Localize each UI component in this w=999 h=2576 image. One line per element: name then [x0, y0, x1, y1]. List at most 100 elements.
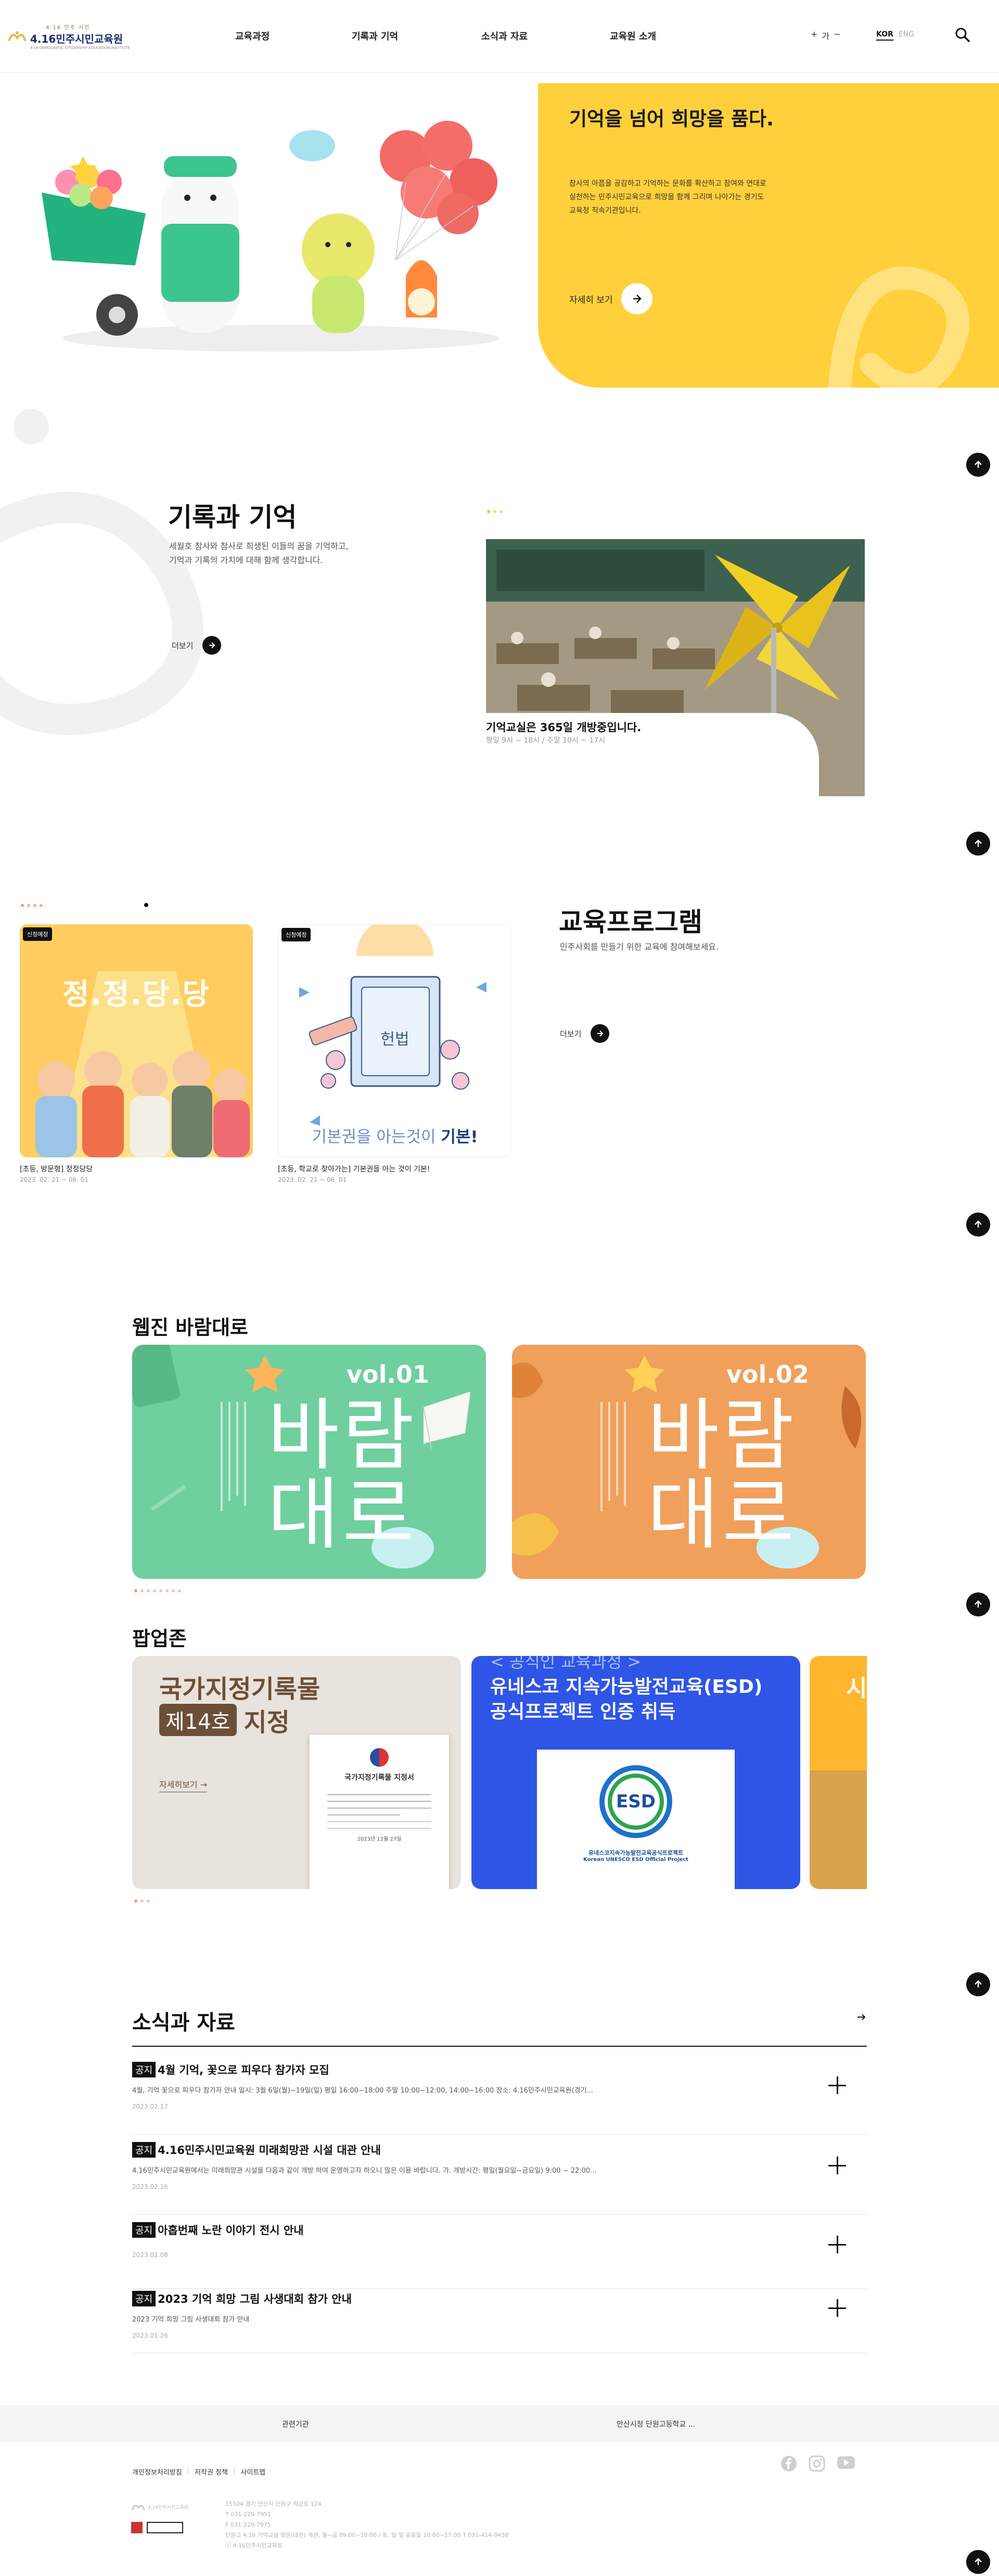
news-item-desc: 4월, 기억 꽃으로 피우다 참가자 안내 일시: 3월 6일(월)~19일(일…: [132, 2087, 593, 2095]
arrow-up-icon: [975, 839, 982, 847]
plus-icon[interactable]: [828, 2299, 846, 2317]
related-schools-select[interactable]: 안산시청 단원고등학교 ...: [617, 2419, 695, 2429]
site-logo[interactable]: 4·16 민주 시민 4.16민주시민교육원 4.16 DEMOCRATIC C…: [7, 23, 130, 50]
popup-card[interactable]: 시: [810, 1656, 867, 1889]
footer-logo: 4.16민주시민교육원: [131, 2501, 188, 2513]
popup-title: 팝업존: [132, 1627, 187, 1650]
footer-link-sitemap[interactable]: 사이트맵: [240, 2467, 265, 2477]
arrow-up-icon: [975, 1600, 982, 1608]
font-increase-button[interactable]: +: [811, 29, 817, 42]
webzine-vol: vol.01: [347, 1360, 429, 1388]
popup-card-line1: 국가지정기록물: [159, 1675, 321, 1704]
news-item[interactable]: 공지 아홉번째 노란 이야기 전시 안내 2023.02.08: [132, 2222, 867, 2289]
related-sites-select[interactable]: 관련기관: [282, 2419, 309, 2429]
footer-address: 15504 경기 안산시 단원구 적금로 124: [225, 2501, 322, 2507]
news-item[interactable]: 공지 4월 기억, 꽃으로 피우다 참가자 모집 4월, 기억 꽃으로 피우다 참…: [132, 2062, 867, 2135]
footer-link-copyright[interactable]: 저작권 정책: [195, 2467, 228, 2477]
program-card-art-book: 헌법: [380, 1030, 409, 1049]
lang-eng[interactable]: ENG: [899, 30, 914, 41]
program-card-art-line: 기본권을 아는것이: [312, 1128, 436, 1146]
taegeuk-icon: [370, 1748, 389, 1767]
plus-icon[interactable]: [828, 2157, 846, 2174]
hero-more-link[interactable]: 자세히 보기: [569, 283, 652, 314]
hero-character-illustration: [31, 88, 510, 359]
footer-related-bar: 관련기관 안산시청 단원고등학교 ...: [0, 2405, 999, 2442]
nav-item-about[interactable]: 교육원 소개: [610, 29, 656, 43]
scroll-up-button[interactable]: [966, 453, 990, 477]
arrow-up-icon: [975, 1220, 982, 1228]
webzine-card[interactable]: vol.01 바람 대로: [132, 1345, 486, 1579]
arrow-up-icon: [975, 2558, 982, 2565]
program-card-date: 2023. 02. 21 ~ 06. 01: [20, 1176, 89, 1183]
esd-cert-en: Korean UNESCO ESD Official Project: [583, 1857, 688, 1863]
arrow-right-icon: [591, 1024, 610, 1043]
webzine-art-line2: 대로: [647, 1470, 798, 1560]
news-tag: 공지: [132, 2222, 156, 2238]
program-more-label: 더보기: [560, 1029, 582, 1039]
nav-item-curriculum[interactable]: 교육과정: [235, 29, 270, 43]
lang-kor[interactable]: KOR: [876, 30, 893, 41]
program-card-date: 2023. 02. 21 ~ 06. 01: [278, 1176, 347, 1183]
memory-desc-line2: 기억과 기록의 가치에 대해 함께 생각합니다.: [169, 555, 323, 565]
webzine-slider-dots: [134, 1589, 181, 1592]
arrow-up-icon: [975, 1980, 982, 1987]
memory-more-label: 더보기: [172, 641, 194, 651]
footer-link-privacy[interactable]: 개인정보처리방침: [132, 2467, 182, 2477]
nav-item-news[interactable]: 소식과 자료: [481, 29, 528, 43]
facebook-icon[interactable]: [780, 2455, 797, 2472]
scroll-up-button[interactable]: [966, 1592, 990, 1616]
certificate-document: 국가지정기록물 지정서 2023년 12월 27일: [309, 1734, 450, 1889]
news-item[interactable]: 공지 4.16민주시민교육원 미래희망관 시설 대관 안내 4.16민주시민교육원…: [132, 2142, 867, 2215]
news-tag: 공지: [132, 2142, 156, 2158]
popup-card-line2: 공식프로젝트 인증 취득: [490, 1701, 676, 1723]
memory-swirl-decoration: [0, 409, 204, 735]
nav-item-records[interactable]: 기록과 기억: [352, 29, 398, 43]
news-item-title: 4월 기억, 꽃으로 피우다 참가자 모집: [158, 2064, 329, 2076]
memory-caption-title: 기억교실은 365일 개방중입니다.: [486, 721, 642, 734]
footer-logos: 4.16민주시민교육원: [131, 2501, 188, 2533]
webzine-title: 웹진 바람대로: [132, 1316, 248, 1339]
search-icon[interactable]: [955, 27, 970, 43]
esd-cert-ko: 유네스코지속가능발전교육공식프로젝트: [588, 1850, 684, 1856]
scroll-up-button[interactable]: [966, 2550, 990, 2574]
news-item-date: 2023.02.16: [132, 2183, 168, 2190]
youtube-icon[interactable]: [837, 2455, 855, 2470]
webzine-card[interactable]: vol.02 바람 대로: [512, 1345, 866, 1579]
footer-copyright: ⓒ 4.16민주시민교육원: [225, 2542, 283, 2549]
logo-mark-icon: [7, 29, 27, 44]
news-title: 소식과 자료: [132, 2011, 235, 2035]
popup-card[interactable]: < 공식인 교육과정 > 유네스코 지속가능발전교육(ESD) 공식프로젝트 인…: [471, 1656, 800, 1889]
memory-caption: 기억교실은 365일 개방중입니다. 평일 9시 ~ 18시 / 주말 10시 …: [486, 713, 819, 796]
scroll-up-button[interactable]: [966, 1972, 990, 1996]
program-card-title[interactable]: [초등, 방문형] 정정당당: [20, 1164, 93, 1174]
scroll-up-button[interactable]: [966, 1213, 990, 1236]
program-title: 교육프로그램: [559, 907, 702, 937]
news-item[interactable]: 공지 2023 기억 희망 그림 사생대회 참가 안내 2023 기억 희망 그림…: [132, 2291, 867, 2353]
instagram-icon[interactable]: [809, 2455, 825, 2472]
program-description: 민주사회를 만들기 위한 교육에 참여해보세요.: [560, 942, 719, 952]
webzine-art-line2: 대로: [267, 1470, 418, 1560]
scroll-up-button[interactable]: [966, 832, 990, 856]
popup-card-line1: 유네스코 지속가능발전교육(ESD): [490, 1676, 763, 1698]
certificate-date: 2023년 12월 27일: [357, 1837, 402, 1842]
memory-more-link[interactable]: 더보기: [172, 636, 222, 655]
webzine-vol: vol.02: [726, 1360, 809, 1388]
esd-logo-icon: ESD: [599, 1765, 672, 1838]
news-item-date: 2023.01.26: [132, 2332, 168, 2339]
program-card-illustration: [20, 924, 253, 1157]
program-card[interactable]: 헌법 기본권을 아는것이 기본! 신청예정: [278, 924, 511, 1157]
certificate-title: 국가지정기록물 지정서: [344, 1774, 414, 1782]
hero-swirl-decoration: [828, 266, 970, 388]
plus-icon[interactable]: [828, 2076, 846, 2094]
popup-card-more-link[interactable]: 자세히보기 →: [159, 1778, 208, 1792]
news-more-arrow-icon[interactable]: [856, 2013, 867, 2023]
program-card[interactable]: 정.정.당.당 신청예정: [20, 924, 253, 1157]
program-slider-indicator: [144, 903, 148, 907]
hero-title: 기억을 넘어 희망을 품다.: [569, 108, 774, 130]
plus-icon[interactable]: [828, 2236, 846, 2253]
popup-card-line0: < 공식인 교육과정 >: [490, 1656, 642, 1672]
program-more-link[interactable]: 더보기: [560, 1024, 610, 1043]
program-card-title[interactable]: [초등, 학교로 찾아가는] 기본권을 아는 것이 기본!: [278, 1164, 430, 1174]
font-decrease-button[interactable]: −: [834, 29, 840, 42]
popup-card[interactable]: 국가지정기록물 제14호 지정 자세히보기 → 국가지정기록물 지정서 2023…: [132, 1656, 461, 1889]
